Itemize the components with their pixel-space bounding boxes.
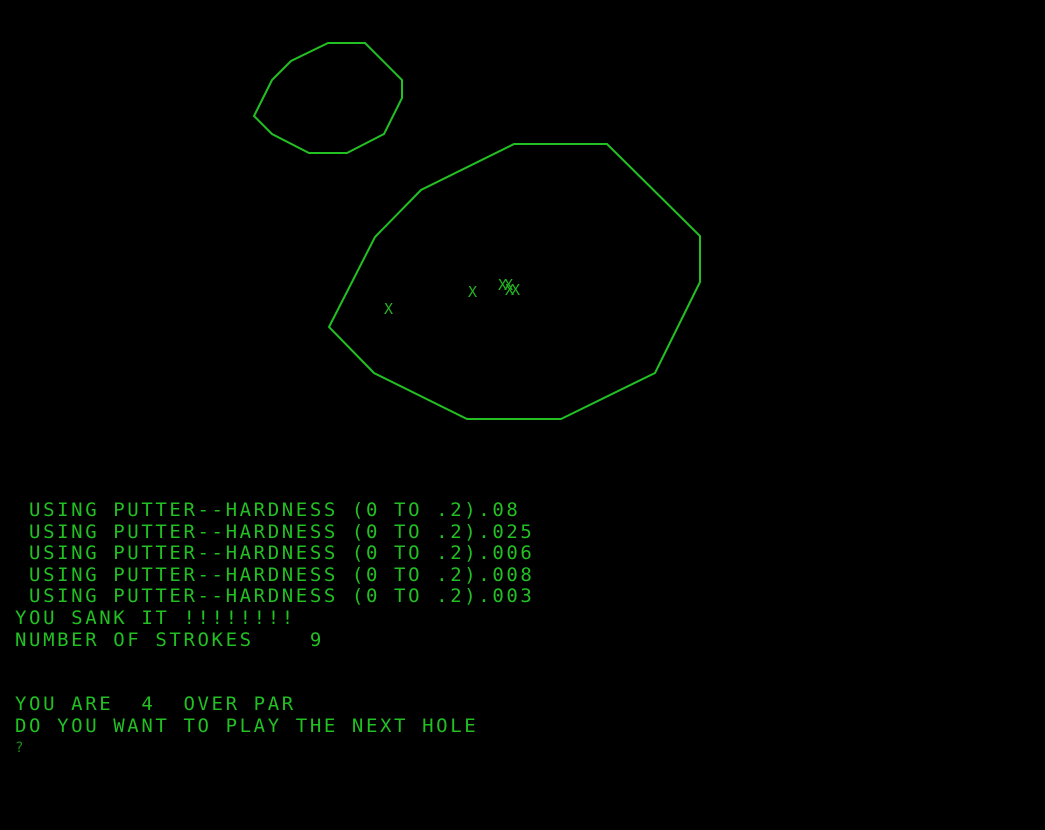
terminal-output: USING PUTTER--HARDNESS (0 TO .2).08 USIN… xyxy=(15,499,1035,760)
input-prompt[interactable]: ? xyxy=(15,738,1035,760)
hazard-outline xyxy=(252,42,403,154)
terminal-line: USING PUTTER--HARDNESS (0 TO .2).08 xyxy=(15,499,521,521)
stroke-count: NUMBER OF STROKES 9 xyxy=(15,628,324,651)
game-screen: X X XX XX USING PUTTER--HARDNESS (0 TO .… xyxy=(0,0,1045,830)
terminal-line: USING PUTTER--HARDNESS (0 TO .2).025 xyxy=(15,520,535,543)
course-view xyxy=(252,42,701,420)
next-hole-question: DO YOU WANT TO PLAY THE NEXT HOLE xyxy=(15,714,479,737)
terminal-line: USING PUTTER--HARDNESS (0 TO .2).008 xyxy=(15,563,535,586)
ball-mark: X xyxy=(468,283,478,301)
terminal-line: USING PUTTER--HARDNESS (0 TO .2).006 xyxy=(15,542,535,565)
terminal-line: USING PUTTER--HARDNESS (0 TO .2).003 xyxy=(15,585,535,608)
ball-mark: X xyxy=(384,300,394,318)
par-status: YOU ARE 4 OVER PAR xyxy=(15,693,296,716)
hole-ball-marks: XX xyxy=(505,281,520,299)
sank-message: YOU SANK IT !!!!!!!! xyxy=(15,606,296,629)
